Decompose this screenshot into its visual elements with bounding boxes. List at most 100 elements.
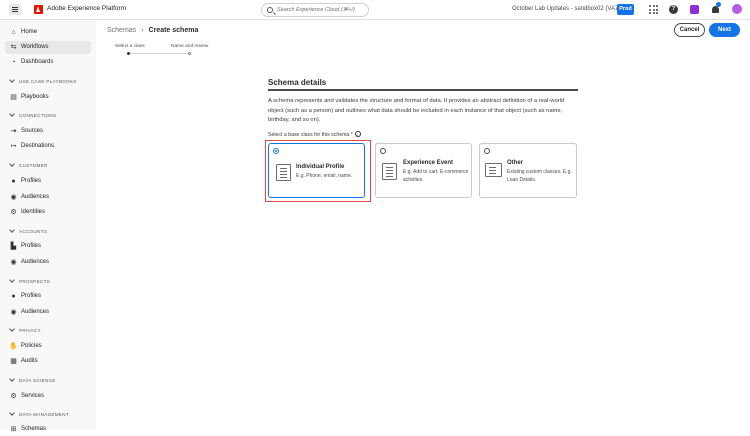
class-prompt-text: Select a base class for this schema bbox=[268, 132, 350, 138]
section-customer[interactable]: CUSTOMER bbox=[9, 161, 48, 168]
section-data-management[interactable]: DATA MANAGEMENT bbox=[9, 410, 69, 417]
notification-badge bbox=[716, 2, 721, 7]
chevron-down-icon bbox=[9, 227, 15, 233]
sidebar-item-workflows[interactable]: ⇆ Workflows bbox=[5, 41, 91, 54]
sidebar-item-sources[interactable]: ⇥ Sources bbox=[5, 125, 91, 138]
breadcrumb-separator: › bbox=[141, 27, 144, 34]
sidebar-item-identities[interactable]: ⚙ Identities bbox=[5, 206, 91, 219]
sidebar-item-label: Audiences bbox=[21, 259, 50, 265]
menu-icon[interactable] bbox=[9, 4, 21, 15]
destinations-icon: ↦ bbox=[10, 143, 17, 150]
sidebar-item-label: Sources bbox=[21, 128, 44, 134]
sidebar-item-home[interactable]: ⌂ Home bbox=[5, 26, 91, 39]
dashboards-icon: ◔ bbox=[11, 59, 16, 66]
chevron-down-icon bbox=[9, 111, 15, 117]
sidebar-item-account-audiences[interactable]: ◉ Audiences bbox=[5, 256, 91, 269]
section-prospects[interactable]: PROSPECTS bbox=[9, 277, 50, 284]
class-description: E.g. Phone, email, name. bbox=[296, 173, 353, 179]
breadcrumb-schemas[interactable]: Schemas bbox=[107, 27, 136, 34]
profile-card-icon bbox=[276, 164, 291, 181]
chevron-down-icon bbox=[9, 376, 15, 382]
heading-divider bbox=[268, 89, 578, 91]
avatar[interactable] bbox=[732, 4, 742, 14]
step-dot-inactive bbox=[188, 52, 191, 55]
stepper-track bbox=[129, 53, 190, 54]
sidebar-item-label: Workflows bbox=[21, 44, 49, 50]
sidebar-item-policies[interactable]: ✋ Policies bbox=[5, 340, 91, 353]
class-card-experience-event[interactable]: Experience Event E.g. Add to cart, E-com… bbox=[375, 143, 472, 198]
search-placeholder: Search Experience Cloud (⌘+/) bbox=[277, 7, 355, 13]
step-name-review: Name and review bbox=[171, 44, 209, 49]
radio-other[interactable] bbox=[484, 148, 490, 154]
services-icon: ⚙ bbox=[10, 393, 17, 400]
sidebar-item-label: Services bbox=[21, 393, 45, 399]
chevron-down-icon bbox=[9, 410, 15, 416]
sidebar: ⌂ Home ⇆ Workflows ◔ Dashboards USE CASE… bbox=[0, 21, 96, 433]
profiles-icon: ● bbox=[11, 293, 16, 300]
radio-individual-profile[interactable] bbox=[273, 148, 279, 154]
class-card-individual-profile[interactable]: Individual Profile E.g. Phone, email, na… bbox=[268, 143, 365, 198]
sidebar-item-profiles[interactable]: ● Profiles bbox=[5, 175, 91, 188]
app-title[interactable]: Adobe Experience Platform bbox=[47, 5, 126, 12]
radio-experience-event[interactable] bbox=[380, 148, 386, 154]
workflows-icon: ⇆ bbox=[10, 44, 17, 51]
info-icon[interactable]: i bbox=[354, 131, 361, 137]
home-icon: ⌂ bbox=[11, 29, 16, 36]
section-data-science[interactable]: DATA SCIENCE bbox=[9, 376, 56, 383]
search-icon bbox=[267, 7, 273, 13]
help-icon[interactable]: ? bbox=[669, 5, 678, 14]
sidebar-item-label: Home bbox=[21, 29, 38, 35]
audiences-icon: ◉ bbox=[10, 309, 17, 316]
section-accounts[interactable]: ACCOUNTS bbox=[9, 227, 47, 234]
environment-badge[interactable]: Prod bbox=[617, 4, 634, 15]
sidebar-item-destinations[interactable]: ↦ Destinations bbox=[5, 140, 91, 153]
sidebar-item-label: Schemas bbox=[21, 426, 47, 432]
event-card-icon bbox=[382, 163, 397, 180]
sidebar-item-account-profiles[interactable]: ▙ Profiles bbox=[5, 240, 91, 253]
playbooks-icon: ▤ bbox=[10, 94, 17, 101]
required-marker: * bbox=[350, 132, 353, 138]
profiles-icon: ● bbox=[11, 178, 16, 185]
class-card-other[interactable]: Other Existing custom classes. E.g. Loan… bbox=[479, 143, 577, 198]
section-connections[interactable]: CONNECTIONS bbox=[9, 111, 56, 118]
breadcrumb: Schemas › Create schema bbox=[107, 27, 198, 34]
section-privacy[interactable]: PRIVACY bbox=[9, 326, 41, 333]
next-button[interactable]: Next bbox=[709, 23, 740, 37]
chevron-down-icon bbox=[9, 77, 15, 83]
cancel-button[interactable]: Cancel bbox=[674, 23, 705, 37]
sidebar-item-dashboards[interactable]: ◔ Dashboards bbox=[5, 56, 91, 69]
section-heading: Schema details bbox=[268, 78, 327, 87]
sidebar-item-prospect-audiences[interactable]: ◉ Audiences bbox=[5, 306, 91, 319]
class-title: Experience Event bbox=[403, 160, 454, 166]
sidebar-item-label: Identities bbox=[21, 209, 46, 215]
sidebar-item-prospect-profiles[interactable]: ● Profiles bbox=[5, 290, 91, 303]
sidebar-item-services[interactable]: ⚙ Services bbox=[5, 390, 91, 403]
sidebar-item-label: Audits bbox=[21, 358, 38, 364]
class-description: E.g. Add to cart, E-commerce activities. bbox=[403, 169, 469, 183]
sidebar-item-audiences[interactable]: ◉ Audiences bbox=[5, 191, 91, 204]
class-prompt: Select a base class for this schema * i bbox=[268, 131, 361, 138]
audits-icon: ▦ bbox=[10, 358, 17, 365]
audiences-icon: ◉ bbox=[10, 194, 17, 201]
chevron-down-icon bbox=[9, 277, 15, 283]
page-title: Create schema bbox=[148, 27, 199, 34]
sidebar-item-label: Audiences bbox=[21, 194, 50, 200]
sidebar-item-label: Playbooks bbox=[21, 94, 49, 100]
step-dot-active bbox=[127, 52, 130, 55]
schema-description: A schema represents and validates the st… bbox=[268, 98, 565, 123]
sidebar-item-label: Profiles bbox=[21, 178, 42, 184]
feedback-icon[interactable] bbox=[690, 5, 699, 14]
search-input[interactable]: Search Experience Cloud (⌘+/) bbox=[261, 3, 369, 17]
audiences-icon: ◉ bbox=[10, 259, 17, 266]
adobe-logo-icon bbox=[34, 5, 43, 14]
section-use-case-playbooks[interactable]: USE CASE PLAYBOOKS bbox=[9, 77, 77, 84]
top-bar: Adobe Experience Platform Search Experie… bbox=[0, 0, 750, 20]
org-switcher[interactable]: October Lab Updates - sandbox02 (VA7) bbox=[512, 6, 620, 12]
app-switcher-icon[interactable] bbox=[649, 5, 658, 14]
sidebar-item-audits[interactable]: ▦ Audits bbox=[5, 355, 91, 368]
sidebar-item-playbooks[interactable]: ▤ Playbooks bbox=[5, 91, 91, 104]
sidebar-item-label: Audiences bbox=[21, 309, 50, 315]
accounts-profiles-icon: ▙ bbox=[10, 243, 17, 250]
policies-icon: ✋ bbox=[9, 343, 18, 350]
sidebar-item-label: Policies bbox=[21, 343, 42, 349]
